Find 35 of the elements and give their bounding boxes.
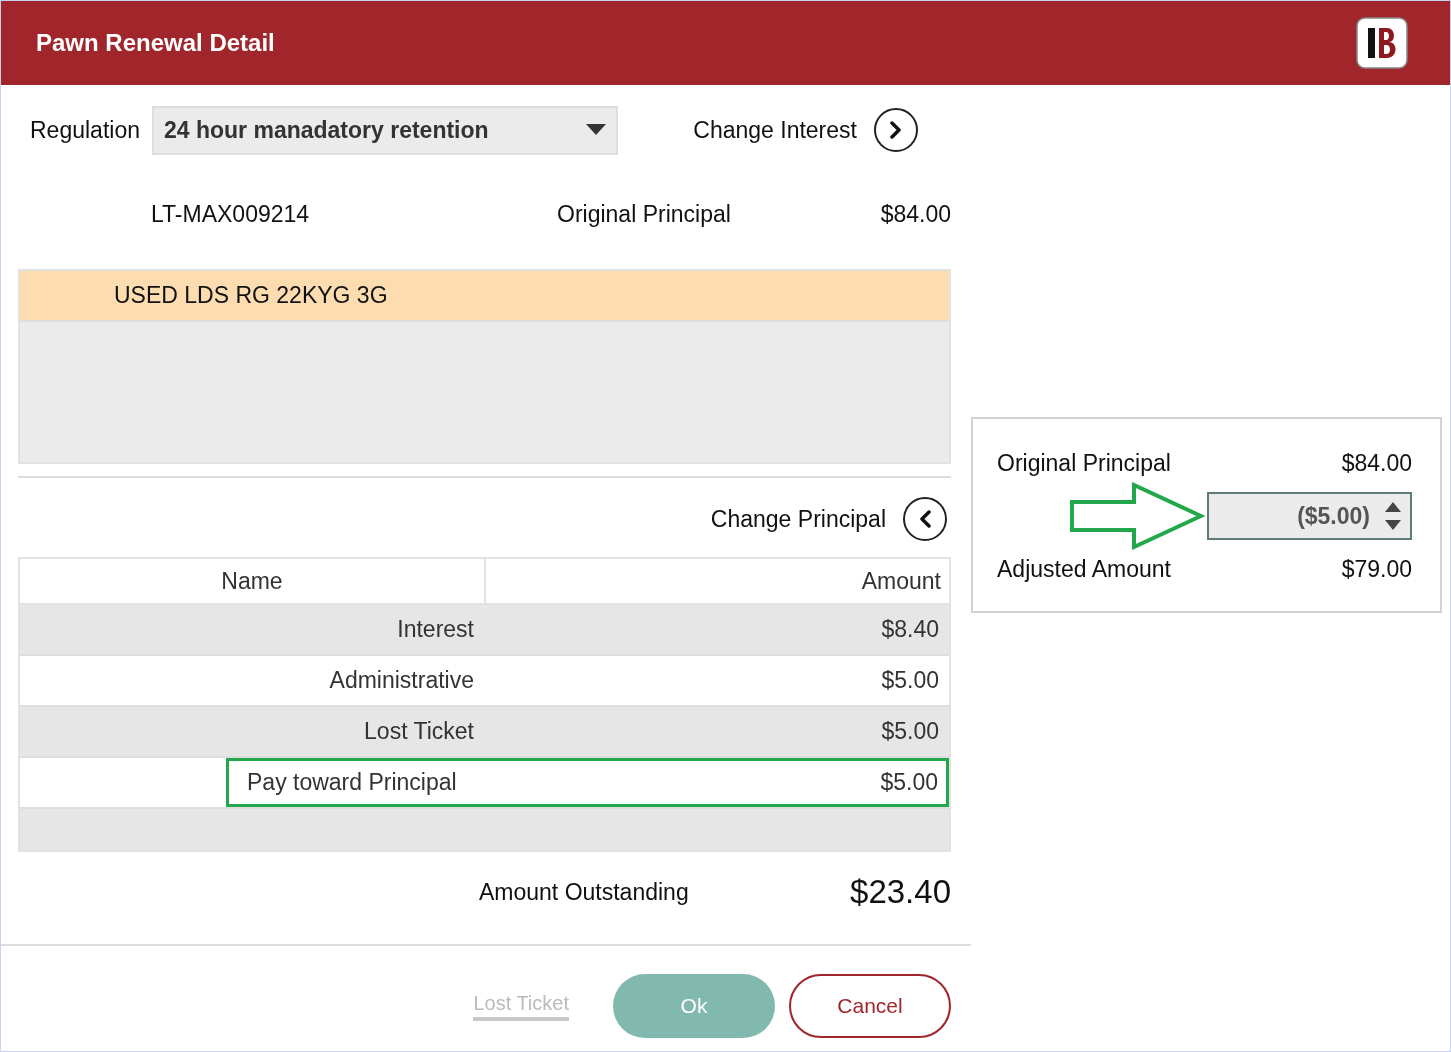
chevron-right-icon <box>888 121 903 139</box>
table-cell: Pay toward Principal <box>247 769 457 796</box>
table-cell-text: Interest <box>396 615 475 644</box>
change-interest-label: Change Interest <box>693 116 857 144</box>
original-principal-label: Original Principal <box>997 449 1171 477</box>
adjusted-amount-value: $79.00 <box>1341 555 1412 583</box>
amount-outstanding-label: Amount Outstanding <box>479 878 689 906</box>
column-header: Name <box>220 566 284 596</box>
amount-outstanding-value: $23.40 <box>850 873 951 911</box>
principal-value: $84.00 <box>880 200 951 228</box>
change-principal-button[interactable] <box>903 497 947 541</box>
spin-arrows-icon <box>1384 500 1402 532</box>
regulation-dropdown[interactable]: 24 hour manadatory retention <box>151 105 618 155</box>
principal-label: Original Principal <box>557 200 731 228</box>
window-title: Pawn Renewal Detail <box>36 29 275 57</box>
change-principal-label: Change Principal <box>710 505 886 533</box>
ticket-number: LT-MAX009214 <box>151 200 311 228</box>
table-cell-text: $8.40 <box>880 615 940 644</box>
adjustment-spinner[interactable]: ($5.00) <box>1207 492 1412 540</box>
column-header: Amount <box>484 559 949 603</box>
chevron-left-icon <box>918 510 932 528</box>
change-interest-button[interactable] <box>873 108 918 152</box>
table-cell-text: $5.00 <box>880 717 940 746</box>
logo-icon <box>1356 17 1408 69</box>
arrow-icon <box>1069 482 1205 550</box>
table-cell-text: $5.00 <box>880 666 940 695</box>
table-cell-text: Lost Ticket <box>363 717 475 746</box>
table-cell-text: Administrative <box>328 666 475 695</box>
adjusted-amount-label: Adjusted Amount <box>997 555 1171 583</box>
cancel-button[interactable]: Cancel <box>789 974 951 1038</box>
caret-icon <box>585 124 606 136</box>
table-cell: $5.00 <box>880 769 938 796</box>
item-row[interactable]: USED LDS RG 22KYG 3G <box>20 271 949 322</box>
regulation-label: Regulation <box>30 116 140 144</box>
original-principal-value: $84.00 <box>1341 449 1412 477</box>
